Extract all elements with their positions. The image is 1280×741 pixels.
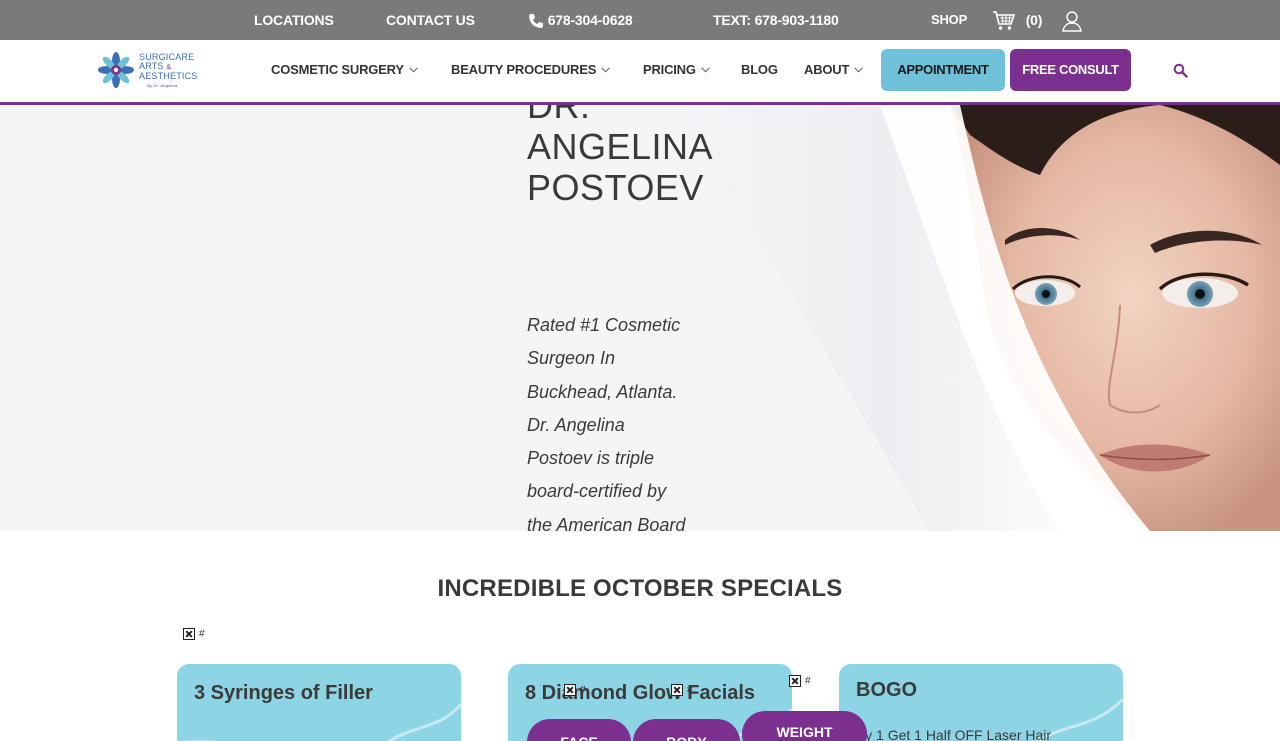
nav-about[interactable]: ABOUT	[804, 40, 864, 102]
user-icon	[1062, 11, 1082, 32]
phone-number: 678-304-0628	[547, 12, 633, 28]
broken-image-icon	[789, 675, 801, 687]
nav-cosmetic-surgery[interactable]: COSMETIC SURGERY	[271, 40, 418, 102]
chevron-down-icon	[601, 63, 611, 73]
free-consult-button[interactable]: FREE CONSULT	[1010, 49, 1131, 91]
nav-beauty-procedures[interactable]: BEAUTY PROCEDURES	[451, 40, 611, 102]
broken-image-icon	[671, 684, 683, 696]
account-link[interactable]	[1061, 0, 1083, 40]
logo-wordmark: SURGICARE ARTS & AESTHETICS By Dr. Angel…	[139, 52, 198, 89]
cart-icon	[993, 11, 1016, 30]
cart-count: (0)	[1025, 12, 1043, 28]
broken-image-link[interactable]: #	[183, 628, 205, 641]
broken-image-icon	[183, 628, 195, 640]
special-card[interactable]: 3 Syringes of Filler	[177, 664, 461, 741]
utility-bar: LOCATIONS CONTACT US 678-304-0628 TEXT: …	[0, 0, 1280, 40]
site-logo[interactable]: SURGICARE ARTS & AESTHETICS By Dr. Angel…	[96, 50, 206, 92]
shop-link[interactable]: SHOP	[931, 0, 967, 40]
tab-body[interactable]: BODY	[633, 719, 740, 741]
hero-title: DR. ANGELINA POSTOEV	[527, 105, 712, 208]
special-card[interactable]: BOGO Buy 1 Get 1 Half OFF Laser Hair	[839, 664, 1123, 741]
broken-image-icon	[564, 684, 576, 696]
chevron-down-icon	[854, 63, 864, 73]
tab-face[interactable]: FACE	[527, 719, 631, 741]
nav-pricing[interactable]: PRICING	[643, 40, 710, 102]
phone-icon	[529, 14, 543, 29]
tab-weight[interactable]: WEIGHT	[742, 711, 867, 741]
broken-image-link[interactable]: #	[789, 675, 811, 688]
search-icon[interactable]	[1173, 63, 1188, 78]
locations-link[interactable]: LOCATIONS	[254, 0, 334, 40]
card-title: 8 Diamond Glow Facials	[525, 682, 756, 704]
phone-link[interactable]: 678-304-0628	[528, 0, 633, 40]
appointment-button[interactable]: APPOINTMENT	[881, 49, 1005, 91]
nav-blog[interactable]: BLOG	[741, 40, 778, 102]
card-description: Buy 1 Get 1 Half OFF Laser Hair	[848, 727, 1052, 741]
main-header: SURGICARE ARTS & AESTHETICS By Dr. Angel…	[0, 40, 1280, 105]
card-title: 3 Syringes of Filler	[194, 682, 373, 704]
mandala-logo-icon	[98, 52, 134, 88]
text-number-link[interactable]: TEXT: 678-903-1180	[713, 0, 839, 40]
broken-image-link[interactable]: #	[671, 684, 693, 697]
contact-us-link[interactable]: CONTACT US	[386, 0, 475, 40]
hero-description: Rated #1 Cosmetic Surgeon In Buckhead, A…	[527, 315, 686, 531]
cart-link[interactable]: (0)	[992, 0, 1042, 40]
hero-banner: DR. ANGELINA POSTOEV Rated #1 Cosmetic S…	[0, 105, 1280, 531]
broken-image-link[interactable]: #	[564, 684, 586, 697]
chevron-down-icon	[701, 63, 710, 73]
card-title: BOGO	[856, 679, 918, 701]
specials-heading: INCREDIBLE OCTOBER SPECIALS	[437, 575, 843, 602]
chevron-down-icon	[409, 63, 418, 73]
